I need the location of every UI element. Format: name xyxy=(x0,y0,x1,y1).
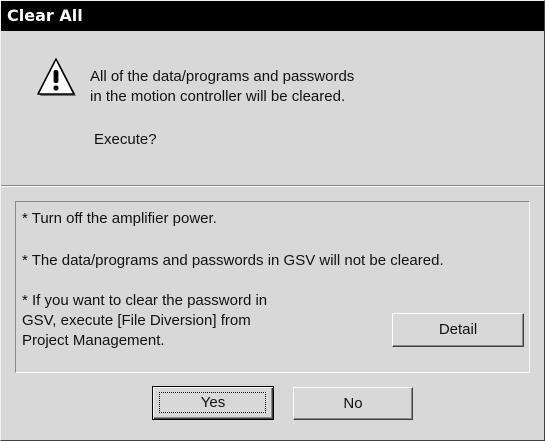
message-line-2: in the motion controller will be cleared… xyxy=(90,88,346,105)
dialog-title: Clear All xyxy=(1,1,544,31)
yes-button-label: Yes xyxy=(200,394,226,411)
warning-icon xyxy=(37,58,76,96)
notes-panel: * Turn off the amplifier power. * The da… xyxy=(15,201,530,373)
note-clear-password-line-2: GSV, execute [File Diversion] from xyxy=(22,312,251,329)
execute-prompt: Execute? xyxy=(94,131,157,148)
note-clear-password-line-1: * If you want to clear the password in xyxy=(22,292,268,309)
note-gsv-not-cleared: * The data/programs and passwords in GSV… xyxy=(22,252,444,269)
separator xyxy=(1,185,544,187)
yes-button[interactable]: Yes xyxy=(152,386,274,420)
note-amplifier-power: * Turn off the amplifier power. xyxy=(22,210,217,227)
clear-all-dialog: Clear All All of the data/programs and p… xyxy=(0,0,545,441)
message-line-1: All of the data/programs and passwords xyxy=(90,68,355,85)
detail-button[interactable]: Detail xyxy=(392,313,524,347)
note-clear-password-line-3: Project Management. xyxy=(22,332,165,349)
no-button[interactable]: No xyxy=(293,387,413,420)
